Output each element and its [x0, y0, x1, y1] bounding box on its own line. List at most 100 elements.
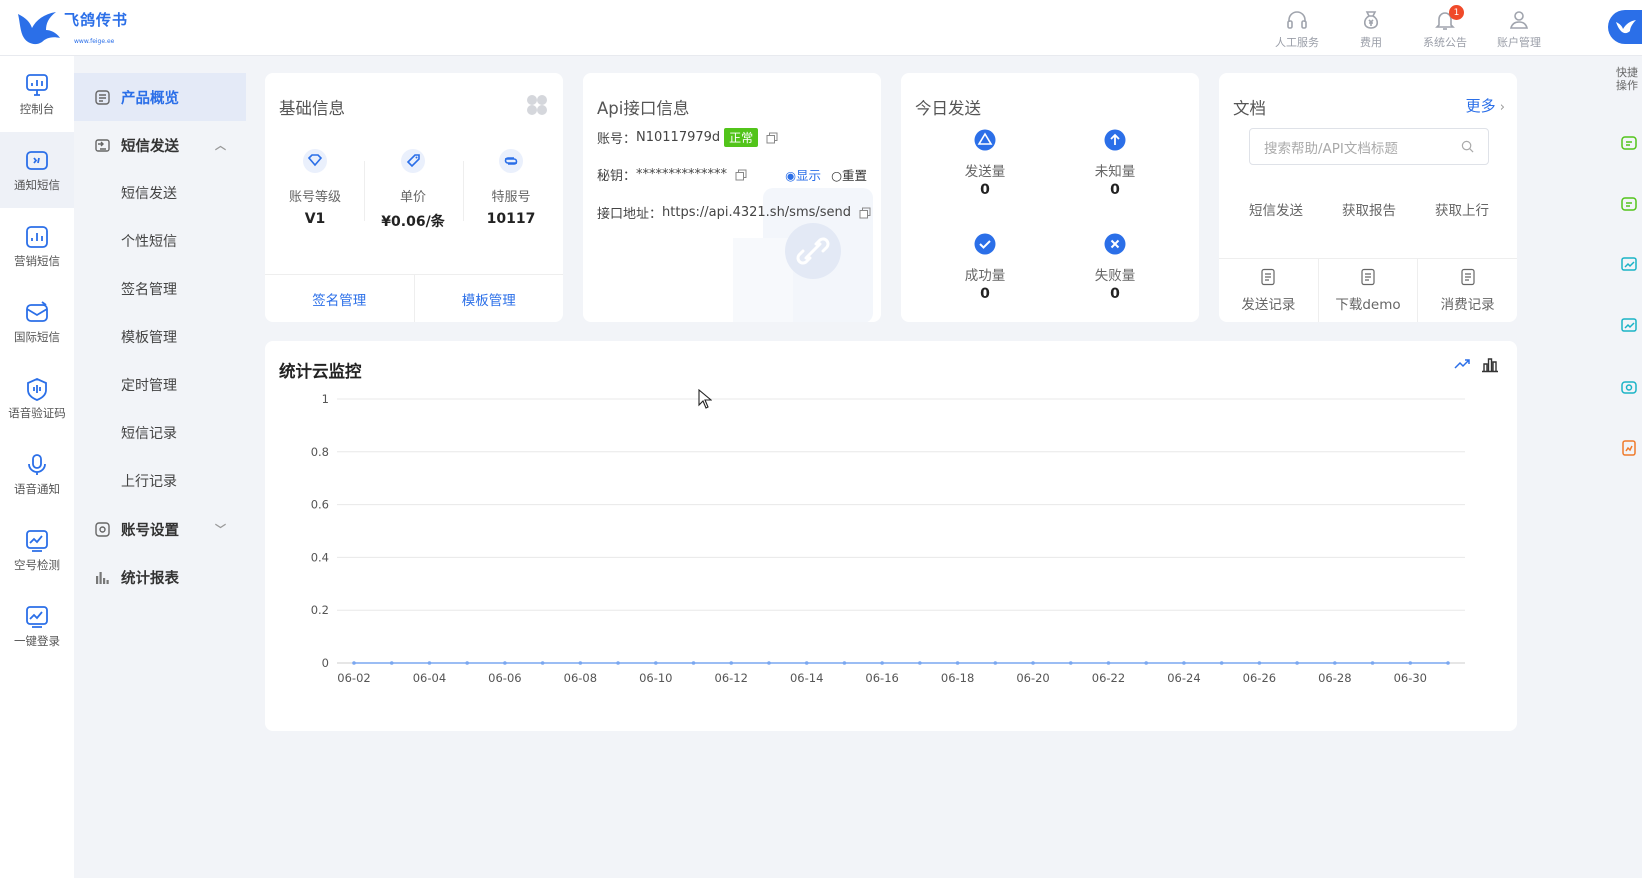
data-point — [993, 661, 998, 665]
data-point — [1333, 661, 1337, 665]
rail-item-dashboard[interactable]: 控制台 — [0, 56, 74, 132]
x-tick-label: 06-22 — [1092, 671, 1125, 685]
download-demo-button[interactable]: 下载demo — [1319, 259, 1419, 322]
sent-label: 发送量 — [964, 164, 1006, 180]
rail-item-notify-sms[interactable]: 通知短信 — [0, 132, 74, 208]
trend-icon[interactable] — [1620, 316, 1638, 334]
sidebar-submenu: 产品概览 短信发送 ︿ 短信发送 个性短信 签名管理 模板管理 定时管理 短信记… — [74, 56, 246, 878]
file-icon — [1461, 268, 1475, 286]
x-tick-label: 06-06 — [488, 671, 521, 685]
signature-management-link[interactable]: 签名管理 — [265, 275, 415, 322]
rail-item-number-check[interactable]: 空号检测 — [0, 512, 74, 588]
template-management-link[interactable]: 模板管理 — [415, 275, 564, 322]
sidebar-item-uplink-records[interactable]: 上行记录 — [74, 457, 246, 505]
money-bag-icon — [1363, 11, 1379, 29]
x-tick-label: 06-04 — [413, 671, 446, 685]
message-icon[interactable] — [1620, 195, 1638, 213]
close-icon — [1104, 233, 1126, 255]
sidebar-item-signature[interactable]: 签名管理 — [74, 265, 246, 313]
y-tick-label: 0.6 — [311, 498, 329, 512]
y-tick-label: 1 — [322, 392, 329, 406]
sidebar-item-sms-records[interactable]: 短信记录 — [74, 409, 246, 457]
service-number: 特服号 10117 — [461, 148, 561, 227]
sidebar-item-sms-send-group[interactable]: 短信发送 ︿ — [74, 121, 246, 169]
data-point — [1106, 661, 1111, 665]
customer-service-label: 人工服务 — [1275, 36, 1319, 49]
account-management-button[interactable]: 账户管理 — [1482, 8, 1556, 50]
data-point — [1446, 661, 1450, 665]
rail-item-one-click-login[interactable]: 一键登录 — [0, 588, 74, 664]
consumption-records-label: 消费记录 — [1440, 297, 1495, 313]
copy-icon[interactable] — [735, 169, 747, 181]
fees-button[interactable]: 费用 — [1334, 8, 1408, 50]
sidebar-item-account-settings[interactable]: 账号设置 ﹀ — [74, 505, 246, 553]
sidebar-item-overview[interactable]: 产品概览 — [74, 73, 246, 121]
sidebar-item-template[interactable]: 模板管理 — [74, 313, 246, 361]
rail-item-voice-notify[interactable]: 语音通知 — [0, 436, 74, 512]
copy-icon[interactable] — [766, 132, 778, 144]
rail-item-marketing-sms[interactable]: 营销短信 — [0, 208, 74, 284]
sidebar-item-sms-send[interactable]: 短信发送 — [74, 169, 246, 217]
search-placeholder: 搜索帮助/API文档标题 — [1264, 140, 1398, 157]
consumption-records-button[interactable]: 消费记录 — [1418, 259, 1517, 322]
monitor-chart: 0 0.2 0.4 0.6 0.8 1 06-02 06-04 06-06 06-08 06-10 0… — [311, 392, 1465, 685]
send-records-button[interactable]: 发送记录 — [1219, 259, 1319, 322]
y-tick-label: 0 — [322, 656, 329, 670]
rail-label: 国际短信 — [14, 329, 60, 344]
data-point — [955, 661, 960, 665]
sidebar-item-label: 产品概览 — [121, 90, 179, 107]
api-account-row: 账号： N10117979d 正常 — [597, 128, 778, 147]
sent-count: 发送量 0 — [920, 129, 1050, 198]
sidebar-item-reports[interactable]: 统计报表 — [74, 553, 246, 601]
rail-item-voice-code[interactable]: 语音验证码 — [0, 360, 74, 436]
x-tick-label: 06-24 — [1167, 671, 1200, 685]
top-header: 飞鸽传书 www.feige.ee 人工服务 费用 1 系统公告 账户管理 — [0, 0, 1642, 56]
rail-label: 控制台 — [19, 101, 55, 116]
data-point — [880, 661, 884, 665]
doc-link-get-uplink[interactable]: 获取上行 — [1435, 199, 1489, 219]
api-secret-value: ************** — [636, 167, 728, 182]
search-input[interactable]: 搜索帮助/API文档标题 — [1249, 128, 1489, 165]
avatar[interactable] — [1608, 10, 1642, 44]
card-title: 文档 — [1233, 99, 1266, 118]
rail-label: 通知短信 — [14, 177, 60, 192]
camera-icon[interactable] — [1620, 378, 1638, 396]
unit-price: 单价 ¥0.06/条 — [363, 148, 463, 231]
announcements-button[interactable]: 1 系统公告 — [1408, 5, 1482, 50]
unit-price-value: ¥0.06/条 — [381, 214, 445, 230]
more-link[interactable]: 更多 › — [1466, 95, 1505, 116]
report-icon[interactable] — [1620, 439, 1638, 457]
sidebar-item-personal-sms[interactable]: 个性短信 — [74, 217, 246, 265]
docs-card: 文档 更多 › 搜索帮助/API文档标题 短信发送 获取报告 获取上行 发送记录… — [1219, 73, 1517, 322]
logo[interactable]: 飞鸽传书 www.feige.ee — [16, 8, 128, 46]
reset-secret-button[interactable]: ○重置 — [831, 165, 867, 184]
doc-link-get-report[interactable]: 获取报告 — [1342, 199, 1396, 219]
bar-chart-icon — [96, 571, 109, 584]
link-switch-icon — [499, 149, 523, 173]
show-secret-button[interactable]: ◉显示 — [785, 165, 821, 184]
rail-item-international-sms[interactable]: 国际短信 — [0, 284, 74, 360]
message-icon[interactable] — [1620, 134, 1638, 152]
show-label: 显示 — [796, 168, 822, 183]
bar-chart-toggle-icon[interactable] — [1481, 355, 1499, 373]
data-point — [1257, 661, 1262, 665]
clover-icon — [527, 95, 547, 115]
monitor-title: 统计云监控 — [279, 362, 362, 381]
doc-link-sms-send[interactable]: 短信发送 — [1249, 199, 1303, 219]
sidebar-item-schedule[interactable]: 定时管理 — [74, 361, 246, 409]
data-point — [578, 661, 583, 665]
fees-label: 费用 — [1360, 36, 1382, 49]
logo-text: 飞鸽传书 — [64, 11, 129, 29]
international-sms-icon — [26, 300, 48, 322]
line-chart-toggle-icon[interactable] — [1453, 355, 1471, 373]
x-tick-label: 06-02 — [337, 671, 370, 685]
api-url-label: 接口地址： — [597, 207, 663, 222]
notify-sms-icon — [26, 150, 48, 170]
voice-code-icon — [27, 377, 47, 401]
copy-icon[interactable] — [859, 207, 871, 219]
data-point — [804, 661, 809, 665]
customer-service-button[interactable]: 人工服务 — [1260, 8, 1334, 50]
trend-icon[interactable] — [1620, 255, 1638, 273]
chevron-up-icon: ︿ — [215, 139, 226, 152]
api-url-row: 接口地址： https://api.4321.sh/sms/send — [597, 203, 871, 222]
